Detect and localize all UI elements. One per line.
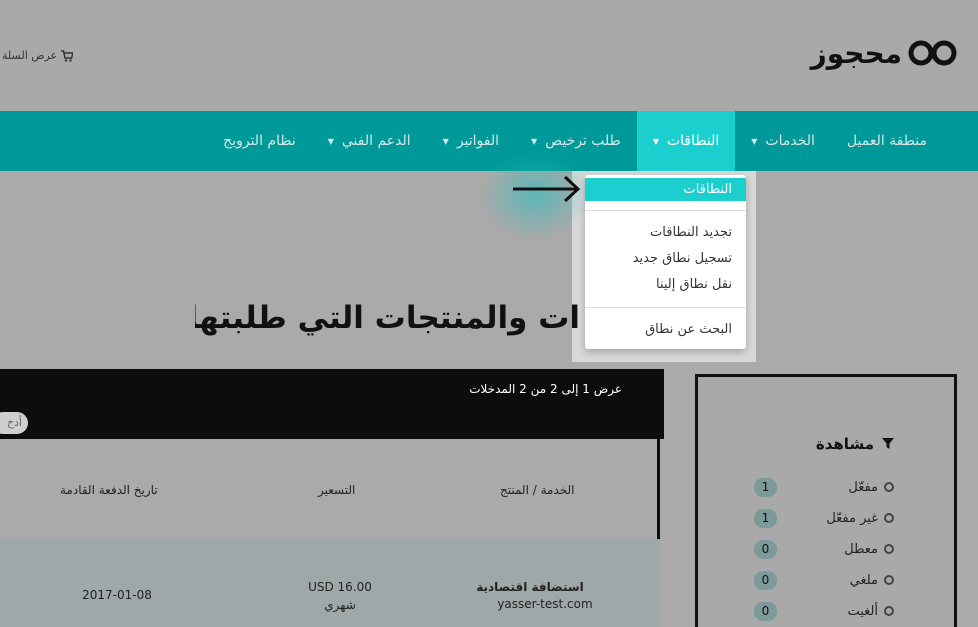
dropdown-divider [585, 307, 746, 308]
dropdown-item-register-domain[interactable]: تسجيل نطاق جديد [585, 246, 746, 272]
billing-cycle: شهري [324, 598, 356, 612]
filter-panel-title: مشاهدة [816, 435, 894, 453]
logo-text: محجوز [810, 36, 902, 70]
caret-down-icon: ▼ [652, 136, 659, 146]
table-row[interactable]: استضافة اقتصادية yasser-test.com USD 16.… [0, 539, 660, 627]
caret-down-icon: ▼ [531, 136, 538, 146]
table-filter-button[interactable]: أدخ [0, 412, 28, 434]
column-header-pricing[interactable]: التسعير [318, 483, 355, 497]
dropdown-item-renew-domains[interactable]: تجديد النطاقات [585, 220, 746, 246]
filter-option-label: معطل [844, 541, 878, 557]
count-badge: 0 [754, 601, 777, 621]
nav-item-label: الخدمات [765, 133, 815, 149]
table-entries-info: عرض 1 إلى 2 من 2 المدخلات [469, 382, 622, 396]
nav-item-domains[interactable]: النطاقات ▼ [636, 111, 736, 171]
view-cart-label: عرض السلة [2, 49, 58, 62]
dropdown-item-domain-search[interactable]: البحث عن نطاق [585, 317, 746, 343]
product-domain: yasser-test.com [497, 597, 593, 611]
product-name: استضافة اقتصادية [476, 580, 584, 594]
main-navbar: منطقة العميل الخدمات ▼ النطاقات ▼ طلب تر… [0, 111, 978, 171]
column-header-product[interactable]: الخدمة / المنتج [500, 483, 574, 497]
services-table: الخدمة / المنتج التسعير تاريخ الدفعة الق… [0, 439, 660, 627]
site-header: محجوز عرض السلة [0, 0, 978, 111]
nav-item-label: الدعم الفني [341, 133, 411, 149]
caret-down-icon: ▼ [442, 136, 449, 146]
filter-option-label: غير مفعّل [826, 510, 878, 526]
filter-icon [882, 438, 894, 449]
pointer-arrow-icon [513, 175, 581, 203]
filter-option-label: ألغيت [847, 603, 878, 619]
radio-icon[interactable] [884, 544, 894, 554]
cart-icon [61, 49, 74, 62]
nav-list: منطقة العميل الخدمات ▼ النطاقات ▼ طلب تر… [207, 111, 943, 171]
count-badge: 0 [754, 570, 777, 590]
column-header-next-due[interactable]: تاريخ الدفعة القادمة [60, 483, 158, 497]
dropdown-divider [585, 210, 746, 211]
domains-dropdown-menu: النطاقات تجديد النطاقات تسجيل نطاق جديد … [585, 175, 746, 349]
logo-mark-icon [908, 40, 957, 66]
radio-icon[interactable] [884, 606, 894, 616]
filter-panel-title-text: مشاهدة [815, 435, 874, 453]
count-badge: 1 [754, 508, 777, 528]
filter-option-terminated[interactable]: ملغي 0 [754, 569, 894, 591]
nav-item-label: النطاقات [666, 133, 720, 149]
caret-down-icon: ▼ [751, 136, 758, 146]
product-price: USD 16.00 [308, 580, 372, 594]
count-badge: 0 [754, 539, 777, 559]
filter-option-suspended[interactable]: معطل 0 [754, 538, 894, 560]
filter-option-active[interactable]: مفعّل 1 [754, 476, 894, 498]
table-toolbar: عرض 1 إلى 2 من 2 المدخلات أدخ [0, 369, 664, 439]
nav-item-label: طلب ترخيص [545, 133, 621, 149]
nav-item-label: منطقة العميل [846, 133, 927, 149]
view-cart-link[interactable]: عرض السلة [2, 49, 74, 62]
nav-item-label: نظام الترويج [223, 133, 296, 149]
nav-item-affiliates[interactable]: نظام الترويج [207, 111, 312, 171]
nav-item-support[interactable]: الدعم الفني ▼ [312, 111, 427, 171]
page-title: ات والمنتجات التي طلبتها [195, 300, 580, 336]
caret-down-icon: ▼ [327, 136, 334, 146]
next-due-date: 2017-01-08 [82, 588, 152, 602]
status-filter-panel: مشاهدة مفعّل 1 غير مفعّل 1 معطل 0 ملغي 0… [695, 374, 957, 627]
radio-icon[interactable] [884, 482, 894, 492]
site-logo[interactable]: محجوز [811, 36, 958, 70]
dropdown-item-domains[interactable]: النطاقات [585, 178, 746, 201]
nav-item-client-area[interactable]: منطقة العميل [831, 111, 943, 171]
filter-option-inactive[interactable]: غير مفعّل 1 [754, 507, 894, 529]
count-badge: 1 [754, 477, 777, 497]
dropdown-item-transfer-domain[interactable]: نقل نطاق إلينا [585, 272, 746, 298]
filter-option-cancelled[interactable]: ألغيت 0 [754, 600, 894, 622]
radio-icon[interactable] [884, 513, 894, 523]
nav-item-services[interactable]: الخدمات ▼ [735, 111, 831, 171]
nav-item-label: الفواتير [456, 133, 500, 149]
filter-option-label: مفعّل [848, 479, 878, 495]
radio-icon[interactable] [884, 575, 894, 585]
filter-option-label: ملغي [849, 572, 878, 588]
